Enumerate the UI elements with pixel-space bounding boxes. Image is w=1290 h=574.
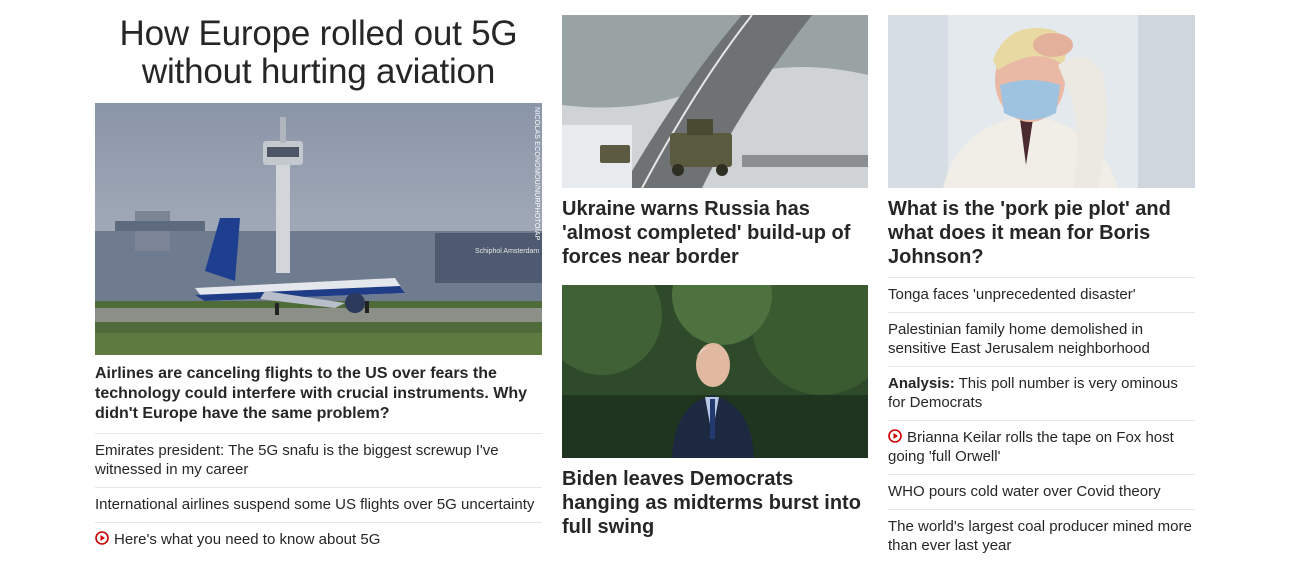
- list-item[interactable]: Palestinian family home demolished in se…: [888, 313, 1195, 367]
- link-text[interactable]: Here's what you need to know about 5G: [114, 531, 380, 548]
- link-text[interactable]: The world's largest coal producer mined …: [888, 518, 1192, 554]
- list-item[interactable]: Analysis: This poll number is very omino…: [888, 367, 1195, 421]
- johnson-image[interactable]: [888, 15, 1195, 188]
- list-item[interactable]: The world's largest coal producer mined …: [888, 510, 1195, 563]
- video-play-icon: [95, 531, 109, 545]
- list-item[interactable]: Emirates president: The 5G snafu is the …: [95, 434, 542, 488]
- link-text[interactable]: WHO pours cold water over Covid theory: [888, 483, 1161, 500]
- list-item[interactable]: WHO pours cold water over Covid theory: [888, 475, 1195, 510]
- johnson-headline[interactable]: What is the 'pork pie plot' and what doe…: [888, 197, 1195, 278]
- link-text[interactable]: Emirates president: The 5G snafu is the …: [95, 442, 499, 478]
- image-credit: NICOLAS ECONOMOU/NURPHOTO/AP: [533, 107, 540, 241]
- list-item[interactable]: International airlines suspend some US f…: [95, 488, 542, 523]
- lead-title-line-2[interactable]: without hurting aviation: [95, 53, 542, 91]
- middle-column: Ukraine warns Russia has 'almost complet…: [562, 0, 868, 539]
- analysis-label[interactable]: Analysis:: [888, 375, 955, 392]
- biden-headline[interactable]: Biden leaves Democrats hanging as midter…: [562, 467, 868, 539]
- link-text[interactable]: International airlines suspend some US f…: [95, 496, 534, 513]
- lead-headline[interactable]: Airlines are canceling flights to the US…: [95, 364, 542, 434]
- list-item[interactable]: Brianna Keilar rolls the tape on Fox hos…: [888, 421, 1195, 475]
- biden-image[interactable]: [562, 285, 868, 458]
- lead-story: How Europe rolled out 5G without hurting…: [95, 0, 542, 557]
- lead-related-links: Emirates president: The 5G snafu is the …: [95, 434, 542, 557]
- link-text[interactable]: Brianna Keilar rolls the tape on Fox hos…: [888, 429, 1174, 465]
- lead-title[interactable]: How Europe rolled out 5G without hurting…: [95, 15, 542, 91]
- video-play-icon: [888, 429, 902, 443]
- right-related-links: Tonga faces 'unprecedented disaster' Pal…: [888, 278, 1195, 563]
- lead-title-line-1[interactable]: How Europe rolled out 5G: [95, 15, 542, 53]
- link-text[interactable]: Tonga faces 'unprecedented disaster': [888, 286, 1136, 303]
- ukraine-image[interactable]: [562, 15, 868, 188]
- lead-image-airport[interactable]: Schiphol Amsterdam NICOLAS ECONOMOU/NURP…: [95, 103, 542, 355]
- airport-sign: Schiphol Amsterdam: [475, 248, 539, 255]
- link-text[interactable]: Palestinian family home demolished in se…: [888, 321, 1150, 357]
- right-column: What is the 'pork pie plot' and what doe…: [888, 0, 1195, 563]
- list-item[interactable]: Tonga faces 'unprecedented disaster': [888, 278, 1195, 313]
- ukraine-headline[interactable]: Ukraine warns Russia has 'almost complet…: [562, 197, 868, 269]
- list-item[interactable]: Here's what you need to know about 5G: [95, 523, 542, 557]
